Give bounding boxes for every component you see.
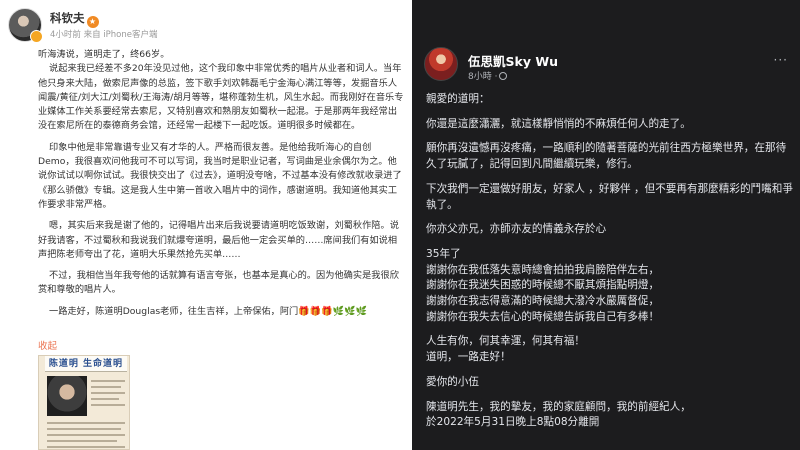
verified-icon <box>30 30 43 43</box>
clipping-photo <box>47 376 87 416</box>
vip-badge-icon: ★ <box>86 16 99 28</box>
collapse-link[interactable]: 收起 <box>38 338 57 352</box>
post-text: 親愛的道明： 你還是這麼瀟灑，就這樣靜悄悄的不麻煩任何人的走了。 願你再沒遺憾再… <box>426 92 796 431</box>
left-post-header: 科钦夫 ★ 4小时前 来自 iPhone客户端 <box>8 8 408 44</box>
post-line: 陳道明先生，我的摯友，我的家庭顧問，我的前經紀人， <box>426 400 691 413</box>
author-name[interactable]: 科钦夫 ★ <box>50 10 99 28</box>
post-line: 人生有你，何其幸運，何其有福！ <box>426 335 585 348</box>
right-post-header: 伍思凱Sky Wu 8小時 · ··· <box>424 47 794 87</box>
clipping-headline: 陈道明 生命道明 <box>45 356 127 372</box>
post-paragraph: 听海涛说，道明走了，终66岁。 <box>38 49 170 60</box>
post-paragraph: 一路走好，陈道明Douglas老师，往生吉祥，上帝保佑，阿门🎁🎁🎁🌿🌿🌿 <box>49 305 368 317</box>
author-avatar[interactable] <box>8 8 43 43</box>
post-paragraph: 不过，我相信当年我夸他的话就算有语言夸张，也基本是真心的。因为他确实是我很欣赏和… <box>38 270 399 296</box>
post-line: 謝謝你在我失去信心的時候總告訴我自己有多棒！ <box>426 310 660 323</box>
post-line: 愛你的小伍 <box>426 375 479 388</box>
author-name-text[interactable]: 科钦夫 <box>50 11 85 25</box>
post-line: 於2022年5月31日晚上8點08分離開 <box>426 416 600 429</box>
post-paragraph: 说起来我已经差不多20年没见过他，这个我印象中非常优秀的唱片从业者和词人。当年他… <box>38 63 404 132</box>
post-text: 听海涛说，道明走了，终66岁。 说起来我已经差不多20年没见过他，这个我印象中非… <box>38 48 404 319</box>
post-meta: 8小時 · <box>468 69 508 82</box>
more-options-icon[interactable]: ··· <box>774 53 788 67</box>
author-name[interactable]: 伍思凱Sky Wu <box>468 51 558 70</box>
post-line: 願你再沒遺憾再沒疼痛，一路順利的隨著菩薩的光前往西方極樂世界，在那待久了玩膩了，… <box>426 142 787 171</box>
post-line: 謝謝你在我低落失意時總會拍拍我肩膀陪伴左右， <box>426 263 660 276</box>
post-line: 親愛的道明： <box>426 93 490 105</box>
post-line: 下次我們一定還做好朋友，好家人 ，好夥伴 ，但不要再有那麼精彩的鬥嘴和爭執了。 <box>426 182 793 211</box>
public-globe-icon <box>499 72 508 80</box>
post-line: 你亦父亦兄，亦師亦友的情義永存於心 <box>426 223 607 236</box>
post-paragraph: 嗯，其实后来我是谢了他的，记得唱片出来后我说要请道明吃饭致谢，刘蜀秋作陪。说好我… <box>38 220 399 260</box>
post-line: 35年了 <box>426 247 461 260</box>
newspaper-clipping-image[interactable]: 陈道明 生命道明 <box>38 355 130 450</box>
left-post: 科钦夫 ★ 4小时前 来自 iPhone客户端 听海涛说，道明走了，终66岁。 说… <box>0 0 412 450</box>
post-paragraph: 印象中他是非常靠谱专业又有才华的人。严格而很友善。是他给我听海心的自创Demo，… <box>38 141 402 210</box>
post-line: 你還是這麼瀟灑，就這樣靜悄悄的不麻煩任何人的走了。 <box>426 117 691 130</box>
author-avatar[interactable] <box>424 47 458 81</box>
right-post: 伍思凱Sky Wu 8小時 · ··· 親愛的道明： 你還是這麼瀟灑，就這樣靜悄… <box>412 0 800 450</box>
post-line: 謝謝你在我迷失困惑的時候總不厭其煩指點明燈， <box>426 279 660 292</box>
post-line: 道明，一路走好！ <box>426 351 511 364</box>
post-time[interactable]: 8小時 · <box>468 72 497 82</box>
post-meta: 4小时前 来自 iPhone客户端 <box>50 30 158 40</box>
post-line: 謝謝你在我志得意滿的時候總大潑冷水嚴厲督促， <box>426 295 660 308</box>
